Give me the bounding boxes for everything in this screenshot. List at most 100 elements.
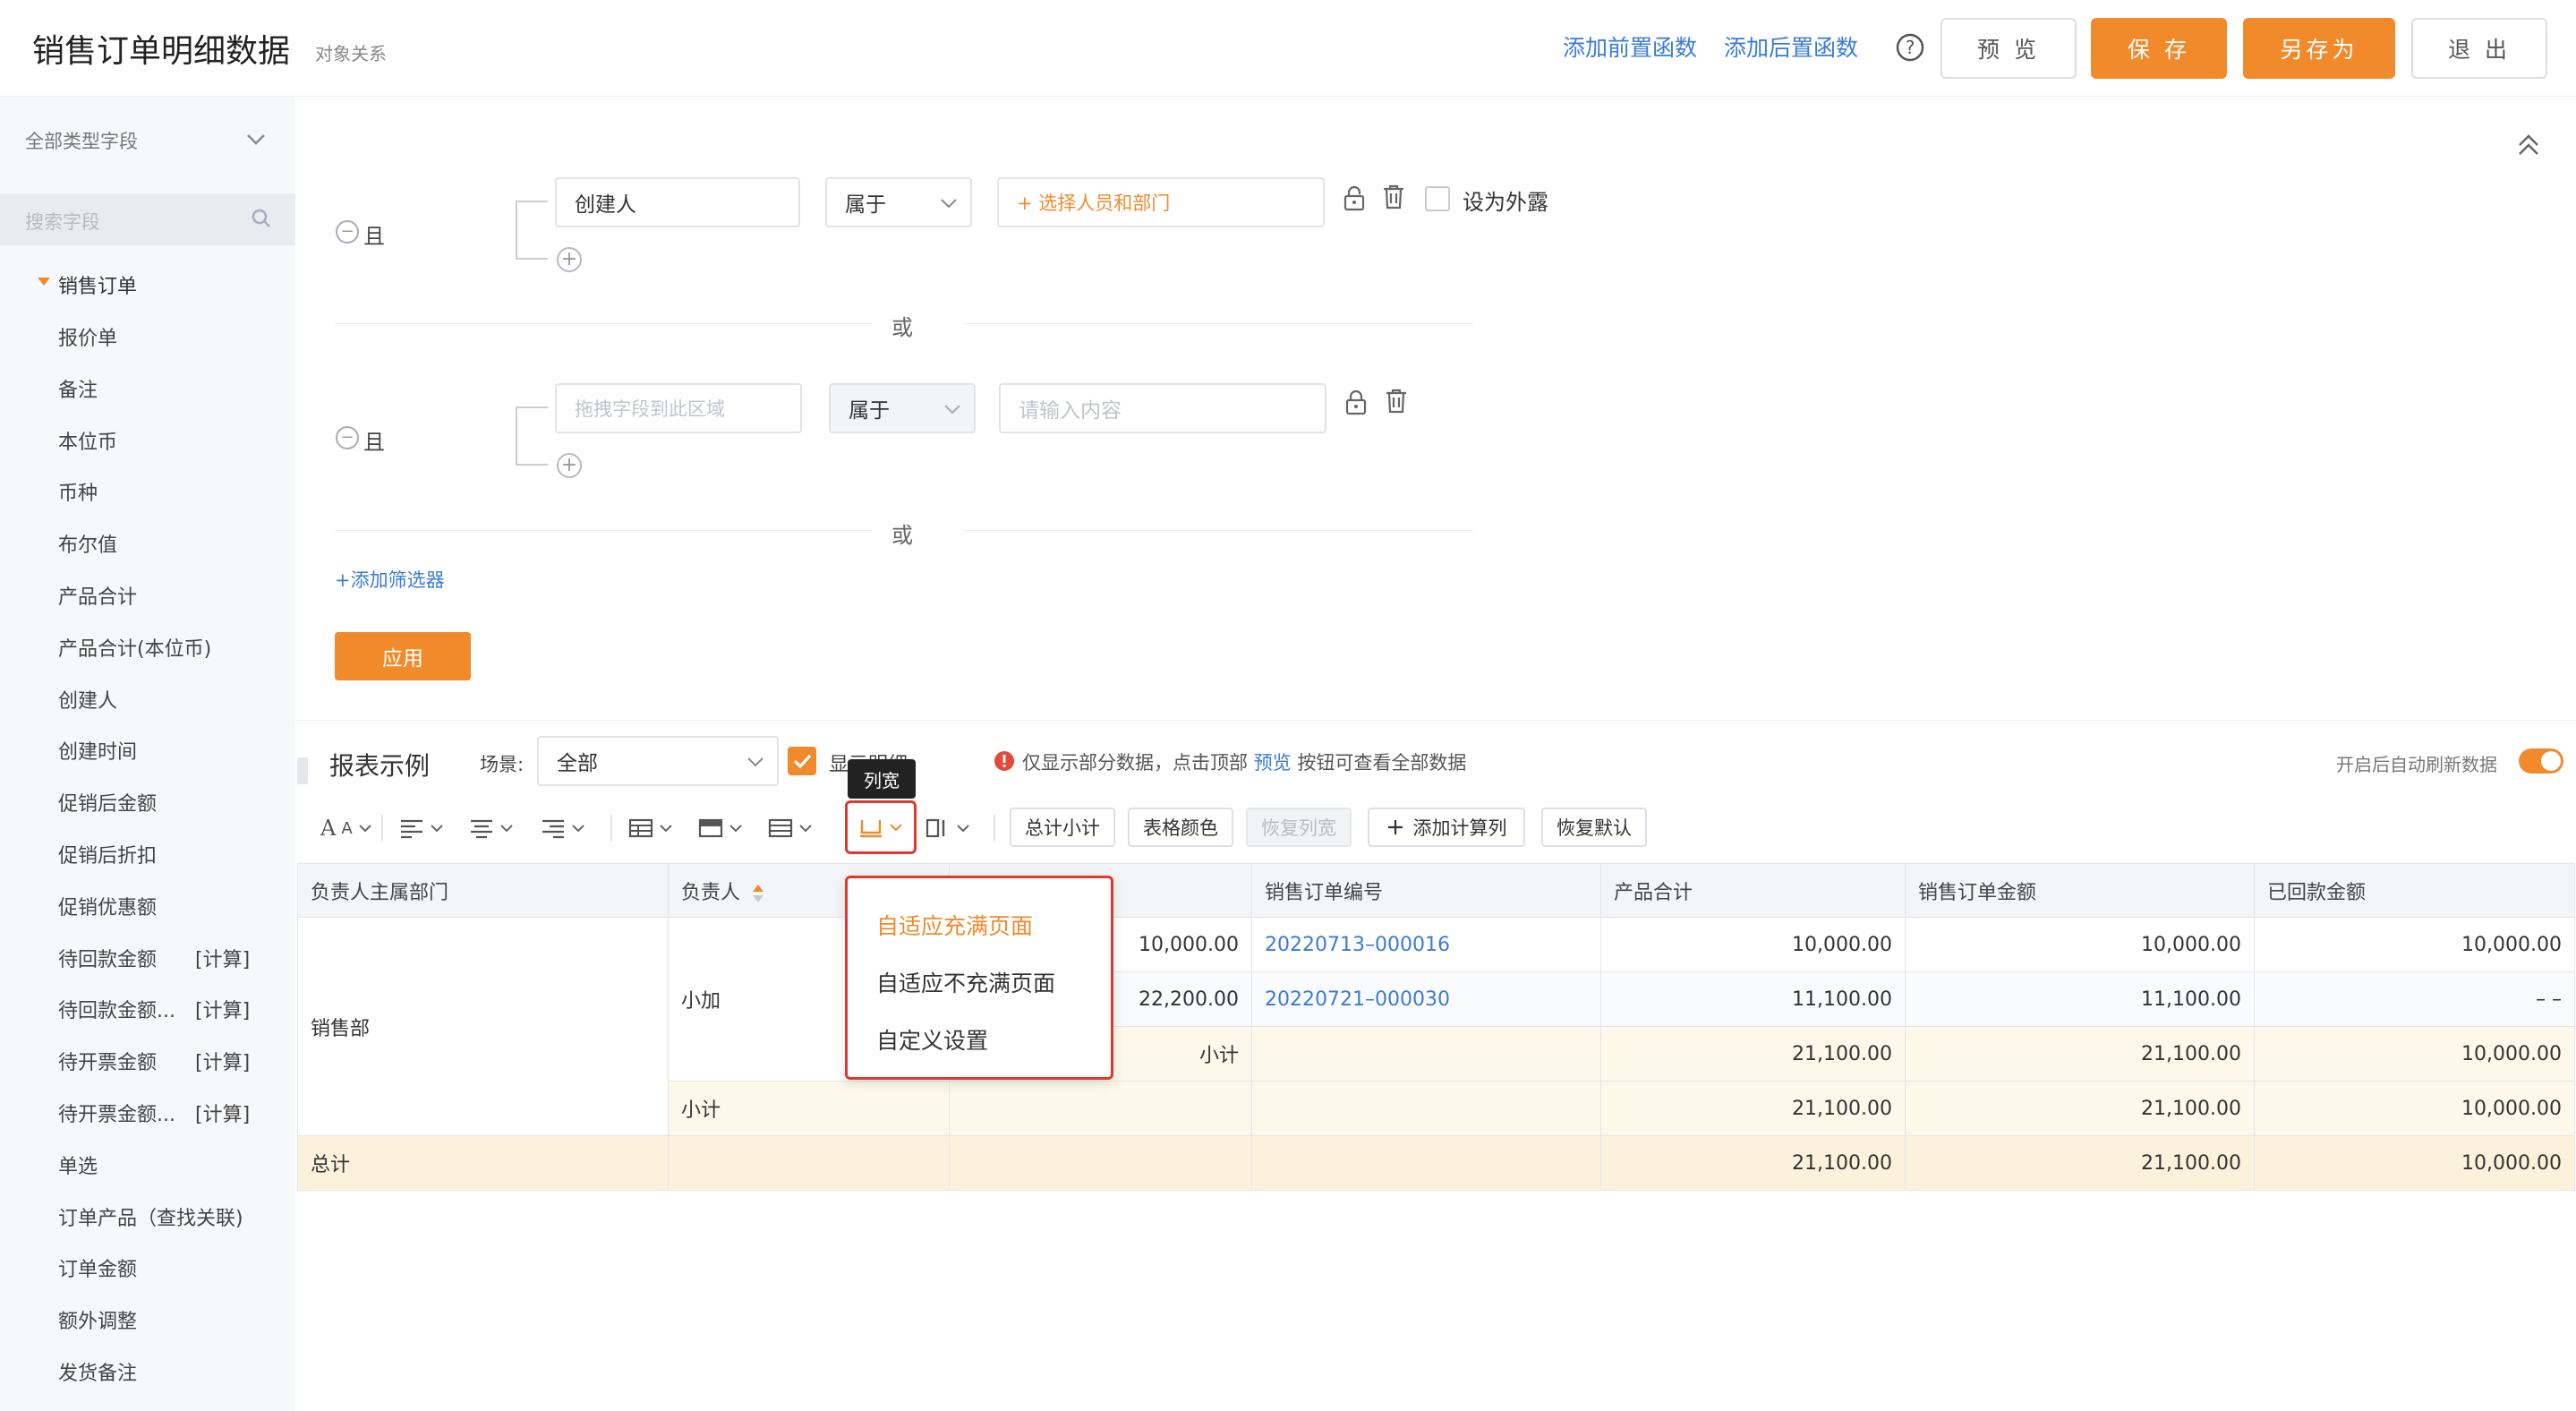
add-calc-column-button[interactable]: 添加计算列 (1368, 808, 1525, 847)
caret-down-icon[interactable] (38, 278, 50, 286)
chevron-down-icon (747, 757, 763, 767)
align-right-icon[interactable] (541, 813, 585, 843)
sidebar-field-item[interactable]: 订单金额 (58, 1253, 137, 1282)
font-size-icon[interactable]: AA (320, 813, 372, 843)
scene-select[interactable]: 全部 (537, 736, 779, 786)
expose-checkbox[interactable] (1425, 186, 1450, 211)
plus-icon (1387, 820, 1403, 834)
collapse-up-icon[interactable] (2517, 133, 2540, 158)
sidebar-field-item[interactable]: 单选 (58, 1150, 98, 1179)
field-type-select[interactable]: 全部类型字段 (25, 127, 138, 154)
save-as-button[interactable]: 另存为 (2243, 18, 2395, 79)
drag-handle-icon[interactable] (297, 757, 308, 784)
notice-preview-link[interactable]: 预览 (1254, 752, 1292, 774)
filter-field-1[interactable]: 创建人 (555, 177, 800, 227)
delete-icon[interactable] (1381, 184, 1406, 210)
sidebar-field-item[interactable]: 布尔值 (58, 529, 117, 558)
toggle-knob (2541, 751, 2561, 771)
dropdown-option-custom[interactable]: 自定义设置 (876, 1023, 988, 1056)
sidebar-field-item[interactable]: 促销后折扣 (58, 840, 157, 868)
add-condition-icon[interactable]: + (557, 247, 582, 272)
svg-text:?: ? (1906, 37, 1915, 58)
save-button[interactable]: 保 存 (2091, 18, 2227, 79)
add-condition-icon[interactable]: + (557, 453, 582, 478)
exit-button[interactable]: 退 出 (2411, 18, 2547, 79)
collapse-minus-icon[interactable]: − (336, 426, 359, 449)
sidebar-field-item[interactable]: 待回款金额 (58, 944, 157, 972)
lock-icon[interactable] (1343, 184, 1366, 211)
auto-refresh-toggle[interactable] (2519, 748, 2563, 774)
add-calc-column-label: 添加计算列 (1412, 817, 1507, 839)
sidebar-field-item[interactable]: 待开票金额... (58, 1099, 175, 1127)
sidebar-field-item[interactable]: 促销后金额 (58, 788, 157, 817)
col-header[interactable]: 已回款金额 (2254, 863, 2575, 918)
table-cell (668, 1135, 950, 1191)
align-center-icon[interactable] (469, 813, 514, 843)
sidebar-field-item[interactable]: 创建时间 (58, 736, 137, 765)
subtotal-button[interactable]: 总计小计 (1010, 808, 1115, 847)
sidebar-field-item[interactable]: 产品合计 (58, 581, 137, 610)
sidebar-field-item[interactable]: 创建人 (58, 685, 117, 714)
delete-icon[interactable] (1384, 388, 1409, 415)
add-post-function-link[interactable]: 添加后置函数 (1724, 30, 1858, 63)
or-label-2: 或 (891, 523, 913, 548)
sidebar-field-item[interactable]: 备注 (58, 374, 98, 403)
field-search-input[interactable]: 搜索字段 (25, 208, 100, 235)
col-header[interactable]: 产品合计 (1600, 863, 1906, 918)
lock-icon[interactable] (1344, 389, 1368, 415)
restore-width-button[interactable]: 恢复列宽 (1246, 808, 1352, 847)
filter-operator-1-label: 属于 (845, 193, 886, 217)
search-icon[interactable] (251, 208, 272, 229)
sidebar-field-item[interactable]: 报价单 (58, 322, 117, 351)
sidebar-field-item[interactable]: 额外调整 (58, 1305, 137, 1334)
col-header[interactable]: 负责人主属部门 (297, 863, 669, 918)
preview-button[interactable]: 预 览 (1941, 18, 2077, 79)
column-width-dropdown: 自适应充满页面 自适应不充满页面 自定义设置 (845, 876, 1113, 1080)
sidebar-field-item[interactable]: 币种 (58, 477, 98, 506)
sidebar-field-item[interactable]: 订单产品（查找关联) (58, 1202, 243, 1231)
sidebar-field-item[interactable]: 发货备注 (58, 1357, 137, 1386)
table-cell: 21,100.00 (1905, 1135, 2255, 1191)
report-table: 负责人主属部门 负责人 销售订单编号 产品合计 销售订单金额 已回款金额 销售部… (297, 863, 2575, 1191)
scene-select-value: 全部 (557, 752, 598, 775)
filter-operator-2[interactable]: 属于 (829, 383, 976, 433)
column-width-icon (860, 820, 882, 838)
table-row: 销售部 小加 10,000.00 20220713–000016 10,000.… (297, 917, 2575, 1136)
or-divider-right (963, 530, 1473, 531)
table-color-button[interactable]: 表格颜色 (1128, 808, 1233, 847)
dropdown-option-no-fill[interactable]: 自适应不充满页面 (876, 966, 1055, 998)
add-filter-link[interactable]: +添加筛选器 (335, 566, 445, 593)
col-header[interactable]: 销售订单编号 (1251, 863, 1601, 918)
column-width-button[interactable] (845, 800, 917, 854)
table-cell (1251, 1081, 1601, 1136)
restore-default-button[interactable]: 恢复默认 (1541, 808, 1647, 847)
chevron-down-icon[interactable] (245, 133, 267, 147)
sidebar-field-item[interactable]: 待开票金额 (58, 1047, 157, 1075)
add-pre-function-link[interactable]: 添加前置函数 (1563, 30, 1697, 63)
sidebar-group-sales-order[interactable]: 销售订单 (58, 270, 137, 299)
filter-field-drop-zone[interactable]: 拖拽字段到此区域 (555, 383, 802, 433)
order-number-link[interactable]: 20220713–000016 (1251, 917, 1601, 972)
help-icon[interactable]: ? (1895, 32, 1925, 63)
filter-value-select-1[interactable]: + 选择人员和部门 (997, 177, 1325, 227)
table-cell: 10,000.00 (2254, 1081, 2575, 1136)
filter-value-input-2[interactable]: 请输入内容 (999, 383, 1326, 433)
sort-icon[interactable] (752, 883, 764, 904)
collapse-minus-icon[interactable]: − (336, 220, 359, 244)
sidebar-field-item[interactable]: 促销优惠额 (58, 892, 157, 920)
order-number-link[interactable]: 20220721–000030 (1251, 971, 1601, 1027)
align-left-icon[interactable] (399, 813, 444, 843)
sidebar-field-item[interactable]: 待回款金额... (58, 995, 175, 1023)
or-label-1: 或 (891, 315, 913, 340)
sidebar-field-item[interactable]: 产品合计(本位币) (58, 633, 211, 662)
apply-button[interactable]: 应用 (335, 632, 471, 680)
row-height-icon[interactable] (768, 813, 813, 843)
show-detail-checkbox[interactable] (788, 747, 816, 775)
freeze-column-icon[interactable] (925, 813, 970, 843)
filter-operator-1[interactable]: 属于 (825, 177, 972, 227)
sidebar-field-item[interactable]: 本位币 (58, 426, 117, 455)
col-header[interactable]: 销售订单金额 (1905, 863, 2255, 918)
dropdown-option-fill-page[interactable]: 自适应充满页面 (876, 909, 1033, 941)
header-style-icon[interactable] (698, 813, 743, 843)
table-border-icon[interactable] (628, 813, 673, 843)
